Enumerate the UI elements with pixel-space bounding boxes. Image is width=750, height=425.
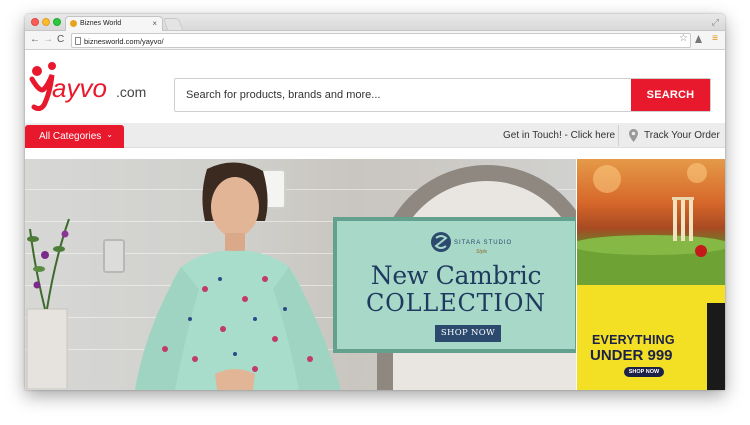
all-categories-button[interactable]: All Categories ⌄ <box>25 125 124 148</box>
back-button[interactable]: ← <box>30 34 40 46</box>
offer-shop-now-button[interactable]: SHOP NOW <box>624 367 664 377</box>
divider <box>618 125 619 146</box>
site-header: ayvo .com SEARCH <box>25 51 725 123</box>
model-illustration <box>135 162 341 390</box>
offer-banner[interactable]: EVERYTHING UNDER 999 SHOP NOW <box>577 285 725 390</box>
star-icon[interactable]: ☆ <box>679 33 688 44</box>
forward-button[interactable]: → <box>43 34 53 46</box>
extension-icon[interactable] <box>694 34 703 46</box>
address-bar: ← → C biznesworld.com/yayvo/ ☆ ≡ <box>25 31 725 50</box>
url-input[interactable]: biznesworld.com/yayvo/ <box>71 33 691 48</box>
brand-logo-icon <box>431 232 451 252</box>
main-banner[interactable]: SITARA STUDIO Style New Cambric COLLECTI… <box>25 159 576 390</box>
fullscreen-icon[interactable]: ⤢ <box>712 17 719 28</box>
tab-close-icon[interactable]: × <box>152 19 157 28</box>
track-order-link[interactable]: Track Your Order <box>644 130 720 141</box>
get-in-touch-link[interactable]: Get in Touch! - Click here <box>503 130 615 141</box>
browser-window: Biznes World × ⤢ ← → C biznesworld.com/y… <box>25 14 725 390</box>
all-categories-label: All Categories <box>39 131 102 142</box>
brand-name: SITARA STUDIO <box>454 240 513 246</box>
search-input[interactable] <box>175 79 631 111</box>
category-bar: All Categories ⌄ Get in Touch! - Click h… <box>25 123 725 148</box>
favicon-icon <box>70 20 77 27</box>
new-tab-button[interactable] <box>162 18 184 30</box>
svg-text:ayvo: ayvo <box>52 73 107 103</box>
search-bar: SEARCH <box>174 78 711 112</box>
promo-box: SITARA STUDIO Style New Cambric COLLECTI… <box>333 217 576 353</box>
minimize-window-button[interactable] <box>42 18 50 26</box>
shop-now-button[interactable]: SHOP NOW <box>435 325 501 342</box>
page-icon <box>75 37 81 45</box>
tab-title: Biznes World <box>80 20 122 27</box>
plant-illustration <box>26 218 70 389</box>
menu-icon[interactable]: ≡ <box>712 33 718 44</box>
close-window-button[interactable] <box>31 18 39 26</box>
chevron-down-icon: ⌄ <box>106 130 113 139</box>
svg-text:.com: .com <box>116 84 146 100</box>
location-pin-icon <box>629 129 638 142</box>
maximize-window-button[interactable] <box>53 18 61 26</box>
offer-line-1: EVERYTHING <box>592 333 675 347</box>
promo-subheadline: COLLECTION <box>366 289 546 317</box>
offer-line-2: UNDER 999 <box>590 347 673 364</box>
cricket-illustration <box>577 163 725 285</box>
url-text: biznesworld.com/yayvo/ <box>84 37 164 46</box>
tab-strip: Biznes World × ⤢ <box>25 14 725 31</box>
browser-tab[interactable]: Biznes World × <box>65 16 163 31</box>
reload-button[interactable]: C <box>57 34 64 46</box>
yayvo-logo[interactable]: ayvo .com <box>28 59 158 112</box>
cricket-banner[interactable] <box>577 159 725 285</box>
player-image <box>707 303 725 390</box>
brand-sub: Style <box>476 249 488 255</box>
search-button[interactable]: SEARCH <box>631 79 710 111</box>
promo-headline: New Cambric <box>370 261 542 290</box>
